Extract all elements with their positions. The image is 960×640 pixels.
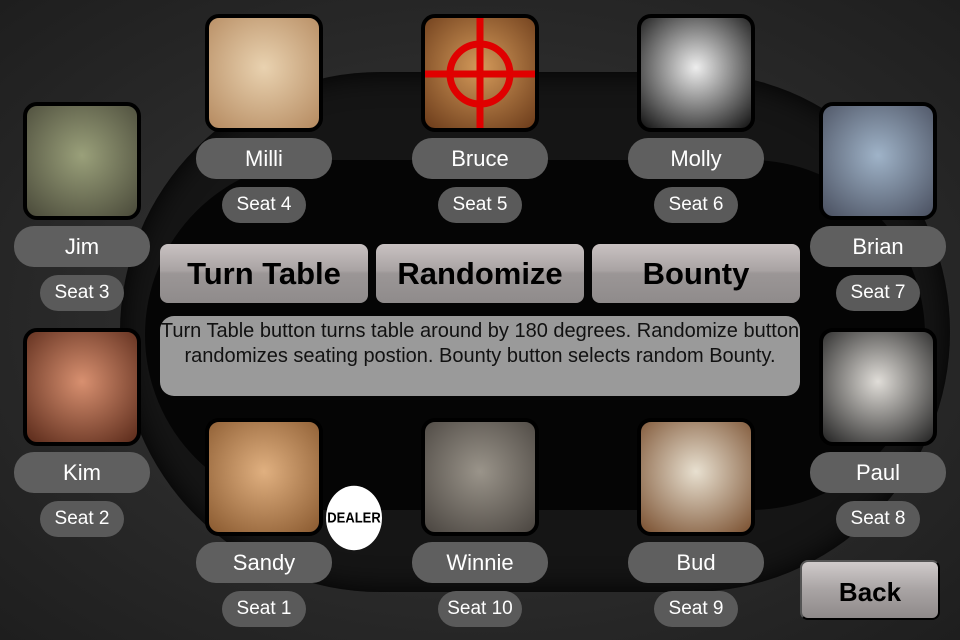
randomize-button[interactable]: Randomize xyxy=(376,244,584,303)
player-name[interactable]: Molly xyxy=(628,138,764,179)
player-kim[interactable]: Kim Seat 2 xyxy=(12,328,152,537)
player-bud[interactable]: Bud Seat 9 xyxy=(626,418,766,627)
seat-label: Seat 8 xyxy=(836,501,920,537)
player-bruce[interactable]: Bruce Seat 5 xyxy=(410,14,550,223)
player-name[interactable]: Brian xyxy=(810,226,946,267)
player-paul[interactable]: Paul Seat 8 xyxy=(808,328,948,537)
seat-label: Seat 1 xyxy=(222,591,306,627)
player-sandy[interactable]: Sandy Seat 1 xyxy=(194,418,334,627)
seat-label: Seat 7 xyxy=(836,275,920,311)
player-brian[interactable]: Brian Seat 7 xyxy=(808,102,948,311)
player-photo[interactable] xyxy=(819,328,937,446)
player-photo[interactable] xyxy=(637,14,755,132)
seat-label: Seat 6 xyxy=(654,187,738,223)
player-photo[interactable] xyxy=(637,418,755,536)
player-molly[interactable]: Molly Seat 6 xyxy=(626,14,766,223)
player-photo[interactable] xyxy=(23,328,141,446)
player-photo[interactable] xyxy=(205,14,323,132)
player-name[interactable]: Bud xyxy=(628,542,764,583)
player-name[interactable]: Paul xyxy=(810,452,946,493)
back-button[interactable]: Back xyxy=(800,560,940,620)
seat-label: Seat 10 xyxy=(438,591,522,627)
player-photo[interactable] xyxy=(205,418,323,536)
player-name[interactable]: Kim xyxy=(14,452,150,493)
player-photo[interactable] xyxy=(819,102,937,220)
player-name[interactable]: Jim xyxy=(14,226,150,267)
player-name[interactable]: Winnie xyxy=(412,542,548,583)
seat-label: Seat 3 xyxy=(40,275,124,311)
bounty-button[interactable]: Bounty xyxy=(592,244,800,303)
player-name[interactable]: Milli xyxy=(196,138,332,179)
player-photo[interactable] xyxy=(421,418,539,536)
player-milli[interactable]: Milli Seat 4 xyxy=(194,14,334,223)
player-winnie[interactable]: Winnie Seat 10 xyxy=(410,418,550,627)
info-text: Turn Table button turns table around by … xyxy=(160,316,800,396)
turn-table-button[interactable]: Turn Table xyxy=(160,244,368,303)
player-name[interactable]: Bruce xyxy=(412,138,548,179)
seat-label: Seat 9 xyxy=(654,591,738,627)
player-jim[interactable]: Jim Seat 3 xyxy=(12,102,152,311)
seat-label: Seat 4 xyxy=(222,187,306,223)
dealer-chip: DEALER xyxy=(326,485,382,551)
seat-label: Seat 2 xyxy=(40,501,124,537)
player-name[interactable]: Sandy xyxy=(196,542,332,583)
crosshair-icon xyxy=(425,18,535,128)
player-photo[interactable] xyxy=(23,102,141,220)
seat-label: Seat 5 xyxy=(438,187,522,223)
player-photo[interactable] xyxy=(421,14,539,132)
